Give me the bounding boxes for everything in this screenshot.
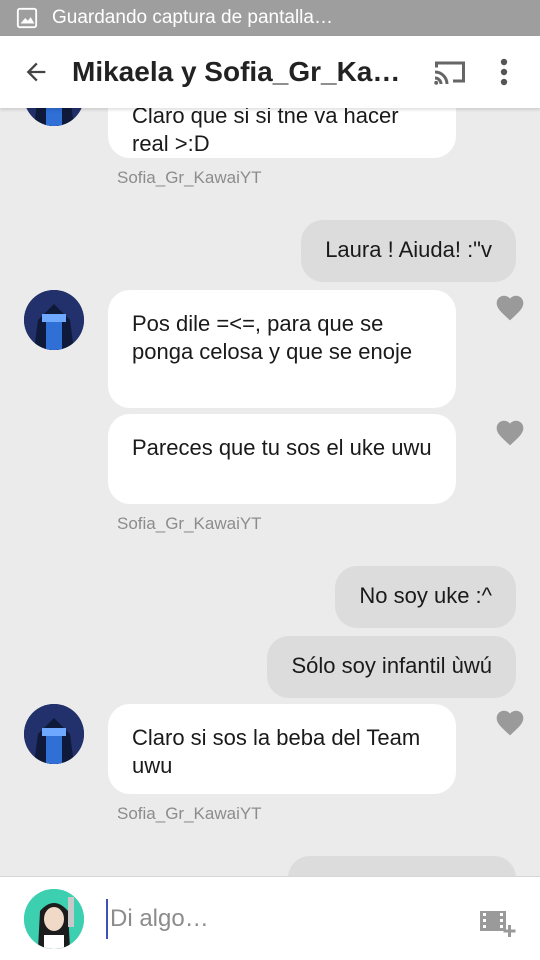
arrow-left-icon [26,62,46,82]
message-input[interactable] [106,899,446,939]
message-bubble[interactable]: Pareces que tu sos el uke uwu [108,414,456,504]
cast-button[interactable] [428,54,472,90]
message-bubble[interactable]: Claro si sos la beba del Team uwu [108,704,456,794]
back-button[interactable] [0,36,72,108]
avatar[interactable] [24,290,84,350]
message-text: No soy uke :^ [359,583,492,608]
more-vert-icon [500,58,508,86]
message-text: Pos dile =<=, para que se ponga celosa y… [132,311,413,364]
avatar-image [24,108,84,126]
heart-icon[interactable] [494,292,526,322]
message-bubble-outgoing[interactable]: Laura ! Aiuda! :"v [301,220,516,282]
avatar-image [24,704,84,764]
image-icon [16,7,38,29]
message-bubble[interactable]: Claro que si si tne va hacer real >:D [108,108,456,158]
more-options-button[interactable] [488,54,520,90]
message-bubble-outgoing[interactable] [288,856,516,876]
message-bubble-outgoing[interactable]: No soy uke :^ [335,566,516,628]
my-avatar[interactable] [24,889,84,949]
sender-name[interactable]: Sofia_Gr_KawaiYT [117,514,262,534]
chat-messages[interactable]: Claro que si si tne va hacer real >:D So… [0,108,540,876]
avatar[interactable] [24,108,84,126]
avatar[interactable] [24,704,84,764]
message-text: Claro que si si tne va hacer real >:D [132,108,399,156]
heart-icon[interactable] [494,707,526,737]
cast-icon [434,61,465,85]
message-text: Sólo soy infantil ùwú [291,653,492,678]
media-add-icon[interactable] [478,905,518,939]
sender-name[interactable]: Sofia_Gr_KawaiYT [117,168,262,188]
sender-name[interactable]: Sofia_Gr_KawaiYT [117,804,262,824]
message-text: Claro si sos la beba del Team uwu [132,725,421,778]
avatar-image [24,290,84,350]
message-composer [0,876,540,960]
message-bubble[interactable]: Pos dile =<=, para que se ponga celosa y… [108,290,456,408]
chat-title: Mikaela y Sofia_Gr_KawaiYT [72,56,412,87]
message-bubble-outgoing[interactable]: Sólo soy infantil ùwú [267,636,516,698]
avatar-image [24,889,84,949]
message-text: Laura ! Aiuda! :"v [325,237,492,262]
status-notification-text: Guardando captura de pantalla… [52,7,333,28]
status-bar: Guardando captura de pantalla… [0,0,540,36]
app-bar: Mikaela y Sofia_Gr_KawaiYT [0,36,540,108]
message-text: Pareces que tu sos el uke uwu [132,435,432,460]
heart-icon[interactable] [494,417,526,447]
